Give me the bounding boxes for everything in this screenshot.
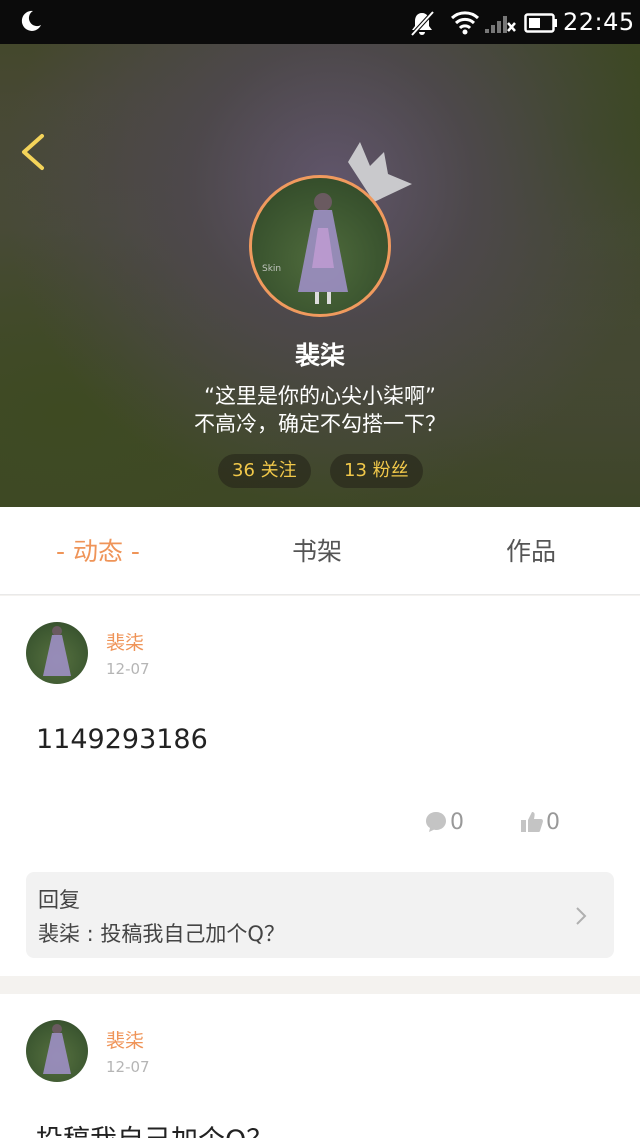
post-author-name[interactable]: 裴柒 bbox=[106, 1026, 144, 1053]
post-author-name[interactable]: 裴柒 bbox=[106, 628, 144, 655]
reply-title: 回复 bbox=[38, 888, 80, 912]
feed-post: 裴柒 12-07 1149293186 0 0 回复 裴柒 : 投稿我自己加个Q… bbox=[0, 596, 640, 976]
signal-icon bbox=[485, 16, 516, 33]
post-content: 投稿我自己加个Q？ bbox=[36, 1118, 273, 1138]
post-author-avatar[interactable] bbox=[26, 622, 88, 684]
fans-count-button[interactable]: 13 粉丝 bbox=[330, 454, 423, 488]
profile-avatar[interactable]: Skin bbox=[249, 175, 391, 317]
tab-bookshelf[interactable]: 书架 bbox=[292, 507, 342, 595]
tab-works[interactable]: 作品 bbox=[506, 507, 556, 595]
post-date: 12-07 bbox=[106, 1058, 150, 1076]
profile-bio: “这里是你的心尖小柒啊” 不高冷，确定不勾搭一下？ bbox=[0, 382, 640, 438]
feed-post: 裴柒 12-07 投稿我自己加个Q？ bbox=[0, 994, 640, 1138]
bio-line-2: 不高冷，确定不勾搭一下？ bbox=[194, 412, 446, 436]
tab-dongtai[interactable]: - 动态 - bbox=[56, 507, 140, 595]
avatar-watermark: Skin bbox=[262, 264, 282, 274]
avatar-figure bbox=[298, 193, 348, 304]
thumbs-up-icon bbox=[521, 812, 543, 832]
comment-bubble-icon bbox=[426, 812, 446, 832]
comment-count: 0 bbox=[450, 810, 464, 835]
profile-name: 裴柒 bbox=[294, 341, 345, 370]
status-bar: 22:45 bbox=[0, 0, 640, 44]
profile-tabs: - 动态 - 书架 作品 bbox=[0, 507, 640, 595]
following-count-button[interactable]: 36 关注 bbox=[218, 454, 311, 488]
bio-line-1: “这里是你的心尖小柒啊” bbox=[204, 384, 436, 408]
avatar-figure bbox=[43, 626, 71, 676]
mute-icon bbox=[410, 10, 435, 37]
reply-preview[interactable]: 回复 裴柒 : 投稿我自己加个Q？ bbox=[26, 872, 614, 958]
post-content: 1149293186 bbox=[36, 724, 208, 755]
like-count: 0 bbox=[546, 810, 560, 835]
post-date: 12-07 bbox=[106, 660, 150, 678]
reply-text: 裴柒 : 投稿我自己加个Q？ bbox=[38, 922, 285, 946]
avatar-figure bbox=[43, 1024, 71, 1074]
moon-icon bbox=[21, 10, 41, 31]
back-arrow-icon[interactable] bbox=[16, 130, 52, 174]
status-time: 22:45 bbox=[563, 8, 635, 36]
post-author-avatar[interactable] bbox=[26, 1020, 88, 1082]
wifi-icon bbox=[450, 11, 480, 35]
battery-icon bbox=[524, 13, 557, 33]
profile-header: Skin 裴柒 “这里是你的心尖小柒啊” 不高冷，确定不勾搭一下？ 36 关注 … bbox=[0, 44, 640, 507]
chevron-right-icon bbox=[576, 907, 587, 925]
